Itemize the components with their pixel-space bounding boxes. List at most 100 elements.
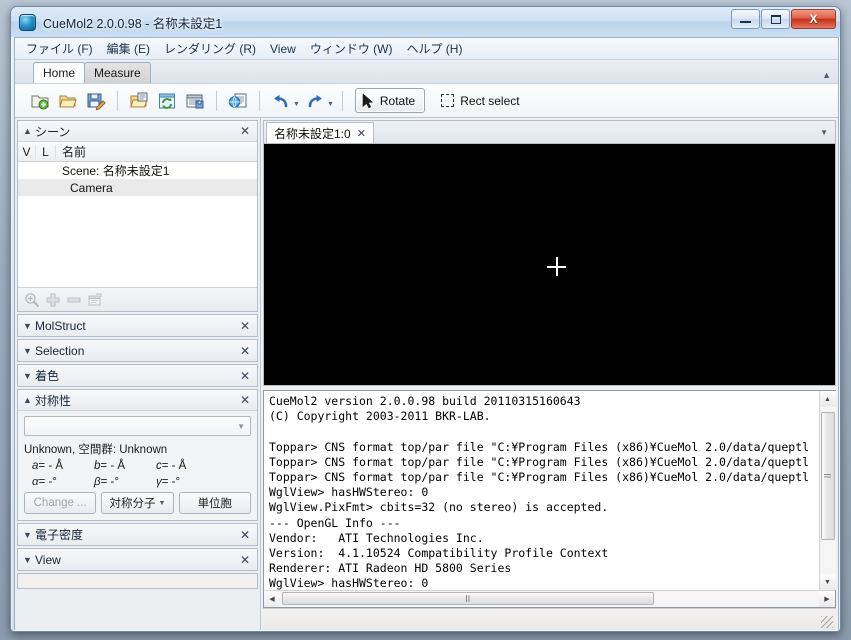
cell-length-a: a= - Å: [32, 460, 94, 472]
panel-view-title: View: [35, 553, 237, 567]
chevron-down-icon[interactable]: ▼: [820, 128, 828, 137]
panel-coloring: ▼ 着色 ✕: [17, 364, 258, 387]
chevron-down-icon[interactable]: ▼: [23, 530, 35, 540]
symmetry-molecule-button[interactable]: 対称分子 ▼: [101, 492, 173, 514]
tree-item-camera[interactable]: Camera: [18, 179, 257, 196]
scroll-down-icon[interactable]: ▼: [820, 574, 836, 590]
panel-scene-close-icon[interactable]: ✕: [237, 125, 253, 137]
remove-icon[interactable]: [66, 292, 82, 308]
toolbar-separator: [342, 91, 343, 111]
ribbon-toolbar: ▼ ▼ Rotate Rect select: [15, 83, 838, 118]
chevron-up-icon[interactable]: ▲: [23, 126, 35, 136]
save-scene-icon[interactable]: [83, 88, 109, 114]
panel-selection-title: Selection: [35, 344, 237, 358]
minimize-button[interactable]: [731, 9, 760, 29]
chevron-down-icon[interactable]: ▼: [23, 321, 35, 331]
chevron-down-icon[interactable]: ▼: [23, 555, 35, 565]
client-area: ファイル (F) 編集 (E) レンダリング (R) View ウィンドウ (W…: [14, 37, 839, 630]
hscroll-thumb[interactable]: [282, 592, 654, 605]
menu-file[interactable]: ファイル (F): [19, 38, 100, 59]
console-log[interactable]: CueMol2 version 2.0.0.98 build 201103151…: [264, 391, 819, 590]
document-tab[interactable]: 名称未設定1:0 ✕: [266, 122, 374, 143]
scroll-up-icon[interactable]: ▲: [820, 391, 836, 407]
panel-molstruct-close-icon[interactable]: ✕: [237, 320, 253, 332]
maximize-icon: [771, 15, 781, 24]
menu-view[interactable]: View: [263, 40, 303, 58]
tree-item-scene[interactable]: Scene: 名称未設定1: [18, 162, 257, 179]
left-dock-filler: [17, 573, 258, 589]
undo-icon[interactable]: [268, 88, 294, 114]
tab-measure[interactable]: Measure: [84, 62, 151, 83]
column-name[interactable]: 名前: [56, 143, 86, 160]
open-object-icon[interactable]: [126, 88, 152, 114]
scroll-right-icon[interactable]: ▶: [819, 591, 835, 607]
properties-icon[interactable]: [87, 292, 103, 308]
add-icon[interactable]: [45, 292, 61, 308]
cell-length-b: b= - Å: [94, 460, 156, 472]
chevron-down-icon[interactable]: ▼: [23, 371, 35, 381]
close-button[interactable]: X: [791, 9, 836, 29]
resize-grip-icon[interactable]: [821, 616, 833, 628]
vscroll-track[interactable]: [820, 407, 836, 574]
save-object-icon[interactable]: [182, 88, 208, 114]
console-vertical-scrollbar[interactable]: ▲ ▼: [819, 391, 835, 590]
menu-window[interactable]: ウィンドウ (W): [303, 38, 400, 59]
zoom-in-icon[interactable]: [24, 292, 40, 308]
web-fetch-icon[interactable]: [225, 88, 251, 114]
scene-tree[interactable]: Scene: 名称未設定1 Camera: [18, 162, 257, 287]
panel-view-close-icon[interactable]: ✕: [237, 554, 253, 566]
redo-icon[interactable]: [302, 88, 328, 114]
cell-angle-gamma: γ= -°: [156, 476, 218, 488]
console-row: CueMol2 version 2.0.0.98 build 201103151…: [264, 391, 835, 590]
maximize-button[interactable]: [761, 9, 790, 29]
cell-length-c: c= - Å: [156, 460, 218, 472]
window-controls: X: [731, 9, 836, 29]
vscroll-thumb[interactable]: [821, 412, 835, 540]
main-body: ▲ シーン ✕ V L 名前 Scene: 名称未設定1 Camera: [15, 118, 838, 630]
panel-symmetry-header[interactable]: ▲ 対称性 ✕: [18, 390, 257, 411]
column-visible[interactable]: V: [18, 145, 36, 159]
column-lock[interactable]: L: [36, 145, 56, 159]
panel-coloring-header[interactable]: ▼ 着色 ✕: [18, 365, 257, 386]
tab-home[interactable]: Home: [33, 62, 85, 83]
panel-scene-header[interactable]: ▲ シーン ✕: [18, 121, 257, 142]
panel-selection-header[interactable]: ▼ Selection ✕: [18, 340, 257, 361]
undo-dropdown-icon[interactable]: ▼: [293, 101, 300, 108]
panel-molstruct-header[interactable]: ▼ MolStruct ✕: [18, 315, 257, 336]
scene-tree-header: V L 名前: [18, 142, 257, 162]
chevron-up-icon[interactable]: ▲: [822, 70, 831, 80]
menu-edit[interactable]: 編集 (E): [100, 38, 157, 59]
panel-coloring-close-icon[interactable]: ✕: [237, 370, 253, 382]
hscroll-track[interactable]: [280, 591, 819, 607]
symmetry-object-select[interactable]: ▼: [24, 416, 251, 436]
window-title: CueMol2 2.0.0.98 - 名称未設定1: [43, 13, 222, 32]
chevron-down-icon[interactable]: ▼: [159, 500, 166, 507]
rect-select-button[interactable]: Rect select: [433, 88, 527, 113]
chevron-up-icon[interactable]: ▲: [23, 395, 35, 405]
document-tab-bar: 名称未設定1:0 ✕ ▼: [263, 120, 836, 143]
rotate-tool-button[interactable]: Rotate: [355, 88, 425, 113]
menu-rendering[interactable]: レンダリング (R): [157, 38, 263, 59]
chevron-down-icon[interactable]: ▼: [23, 346, 35, 356]
panel-view-header[interactable]: ▼ View ✕: [18, 549, 257, 570]
console-horizontal-scrollbar[interactable]: ◀ ▶: [264, 590, 835, 607]
scroll-left-icon[interactable]: ◀: [264, 591, 280, 607]
redo-dropdown-icon[interactable]: ▼: [327, 101, 334, 108]
panel-electron-density-title: 電子密度: [35, 526, 237, 543]
menu-help[interactable]: ヘルプ (H): [399, 38, 469, 59]
new-scene-icon[interactable]: [27, 88, 53, 114]
change-symmetry-button[interactable]: Change ...: [24, 492, 96, 514]
cell-angle-alpha: α= -°: [32, 476, 94, 488]
panel-electron-density-close-icon[interactable]: ✕: [237, 529, 253, 541]
3d-viewport[interactable]: [263, 143, 836, 386]
toolbar-separator: [216, 91, 217, 111]
panel-electron-density-header[interactable]: ▼ 電子密度 ✕: [18, 524, 257, 545]
chevron-down-icon[interactable]: ▼: [237, 422, 245, 431]
unit-cell-button[interactable]: 単位胞: [179, 492, 251, 514]
open-folder-icon[interactable]: [55, 88, 81, 114]
panel-symmetry-close-icon[interactable]: ✕: [237, 394, 253, 406]
document-tab-close-icon[interactable]: ✕: [357, 127, 366, 140]
panel-selection-close-icon[interactable]: ✕: [237, 345, 253, 357]
panel-symmetry-title: 対称性: [35, 392, 237, 409]
reload-object-icon[interactable]: [154, 88, 180, 114]
